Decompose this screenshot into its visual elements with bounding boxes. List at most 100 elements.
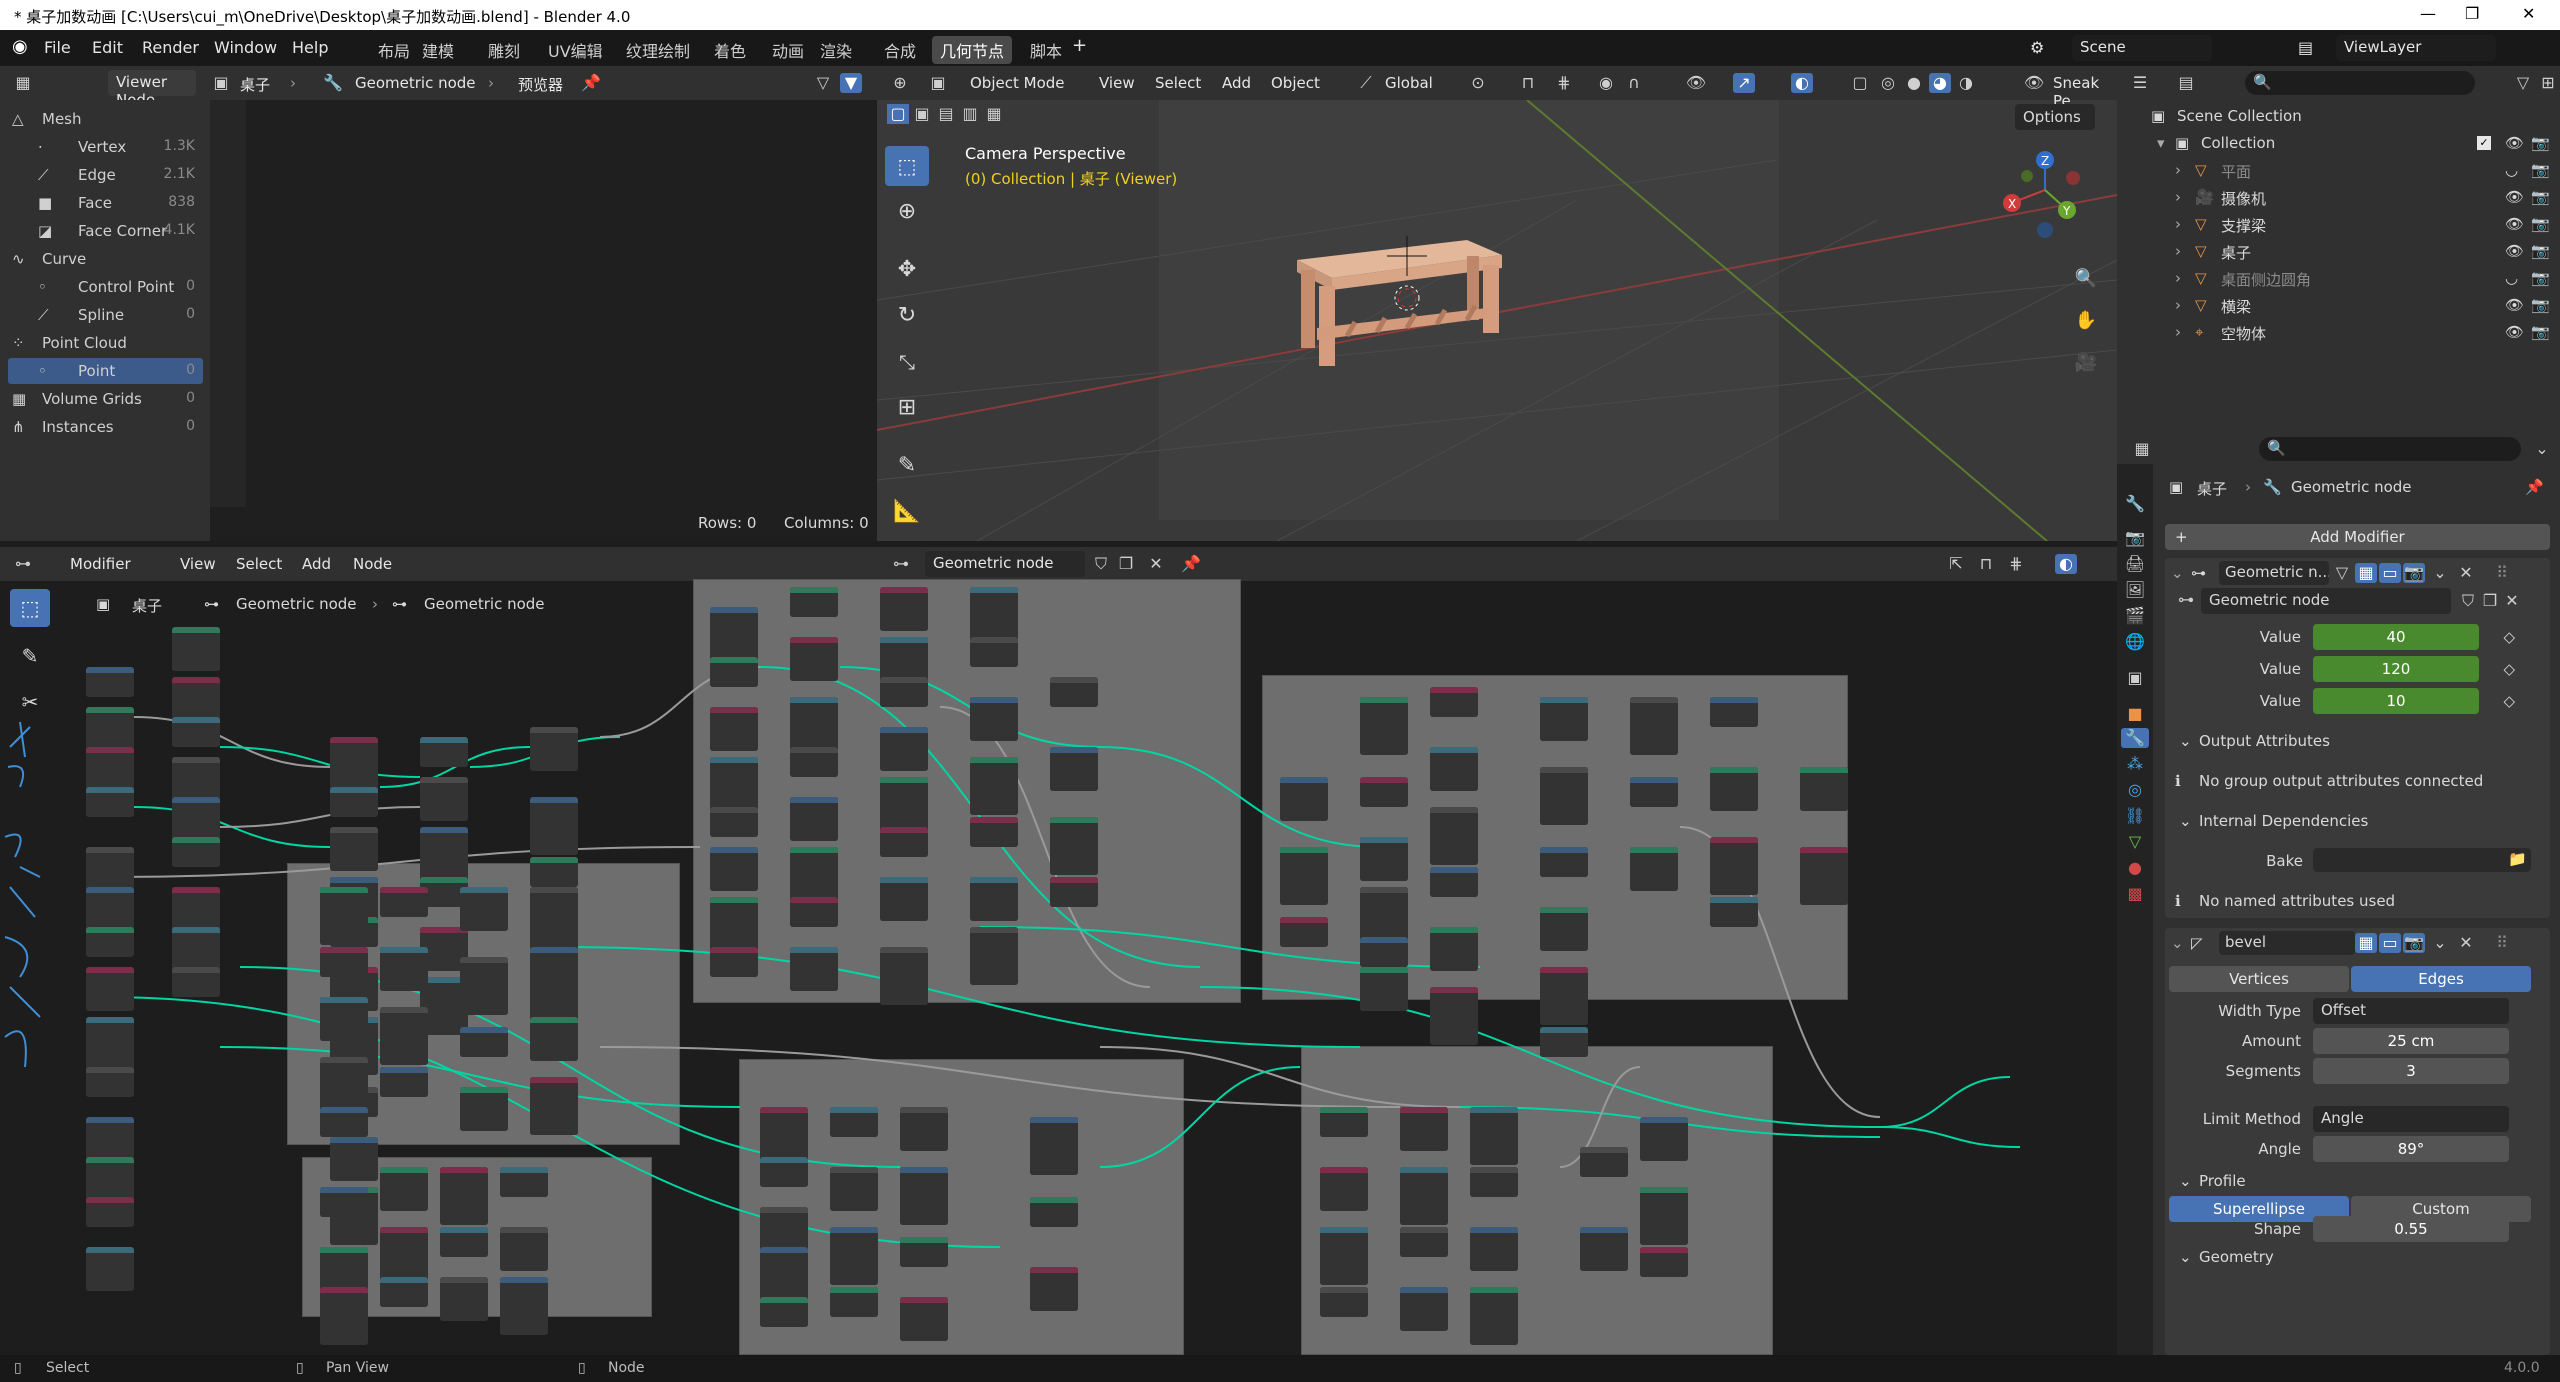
- viewport-editor-icon[interactable]: ⊕: [889, 73, 911, 93]
- visibility-eye-icon[interactable]: 👁: [2505, 323, 2524, 341]
- spreadsheet-object[interactable]: 桌子: [240, 74, 270, 95]
- output-attributes-header[interactable]: Output Attributes: [2199, 732, 2330, 750]
- menu-window[interactable]: Window: [214, 38, 277, 57]
- visibility-eye-icon[interactable]: ◡: [2505, 269, 2518, 287]
- proportional-edit-icon[interactable]: ◉: [1595, 73, 1617, 93]
- node[interactable]: [460, 1087, 508, 1131]
- node[interactable]: [1050, 817, 1098, 875]
- node[interactable]: [710, 807, 758, 837]
- output-tab-icon[interactable]: 🖨: [2124, 554, 2146, 574]
- node[interactable]: [1430, 927, 1478, 971]
- node[interactable]: [880, 587, 928, 631]
- node[interactable]: [530, 1017, 578, 1061]
- node[interactable]: [790, 797, 838, 841]
- node[interactable]: [86, 707, 134, 751]
- visibility-eye-icon[interactable]: ◡: [2505, 161, 2518, 179]
- node[interactable]: [1580, 1147, 1628, 1177]
- node[interactable]: [500, 1277, 548, 1335]
- node[interactable]: [320, 997, 368, 1041]
- pin-icon[interactable]: 📌: [2525, 478, 2544, 496]
- node[interactable]: [1320, 1227, 1368, 1285]
- node[interactable]: [880, 827, 928, 857]
- viewport-menu-object[interactable]: Object: [1271, 74, 1320, 92]
- node[interactable]: [1800, 767, 1848, 811]
- node[interactable]: [1280, 847, 1328, 905]
- node[interactable]: [830, 1167, 878, 1211]
- node[interactable]: [1030, 1267, 1078, 1311]
- node[interactable]: [86, 847, 134, 891]
- node[interactable]: [86, 927, 134, 957]
- spreadsheet-domain-item[interactable]: ■ Face 838: [8, 190, 203, 216]
- node[interactable]: [380, 1067, 428, 1097]
- node[interactable]: [1360, 967, 1408, 1011]
- node[interactable]: [1470, 1107, 1518, 1165]
- outliner-object-row[interactable]: › ▽ 支撑梁 👁 📷: [2117, 210, 2560, 237]
- node[interactable]: [710, 947, 758, 977]
- render-toggle-icon[interactable]: 📷: [2403, 563, 2425, 583]
- node[interactable]: [1470, 1167, 1518, 1197]
- node[interactable]: [1050, 677, 1098, 707]
- workspace-tab[interactable]: 渲染: [812, 36, 860, 64]
- outliner-collection[interactable]: ▾ ▣ Collection ✓ 👁 📷: [2117, 129, 2560, 156]
- material-shading-icon[interactable]: ◕: [1929, 73, 1951, 93]
- node[interactable]: [1540, 847, 1588, 877]
- node[interactable]: [530, 1077, 578, 1135]
- node[interactable]: [1710, 897, 1758, 927]
- node[interactable]: [970, 637, 1018, 667]
- close-button[interactable]: ✕: [2522, 4, 2535, 23]
- chevron-down-icon[interactable]: ⌄: [2531, 439, 2553, 459]
- scene-tab-icon[interactable]: 🎬: [2124, 606, 2146, 626]
- geometry-toggle[interactable]: ⌄: [2179, 1248, 2192, 1266]
- workspace-tab[interactable]: 建模: [414, 36, 462, 64]
- render-camera-icon[interactable]: 📷: [2531, 242, 2550, 260]
- spreadsheet-domain-item[interactable]: ⟋ Edge 2.1K: [8, 162, 203, 188]
- workspace-tab[interactable]: 着色: [706, 36, 754, 64]
- node[interactable]: [790, 947, 838, 991]
- node[interactable]: [1400, 1107, 1448, 1151]
- outliner-scene-collection[interactable]: ▣ Scene Collection: [2117, 102, 2560, 129]
- profile-toggle[interactable]: ⌄: [2179, 1172, 2192, 1190]
- add-workspace-icon[interactable]: +: [1072, 35, 1087, 56]
- node[interactable]: [440, 1227, 488, 1257]
- node[interactable]: [880, 677, 928, 707]
- outliner-object-row[interactable]: › ▽ 桌面侧边圆角 ◡ 📷: [2117, 264, 2560, 291]
- visibility-eye-icon[interactable]: 👁: [2505, 215, 2524, 233]
- expand-arrow-icon[interactable]: ›: [2175, 242, 2181, 260]
- segments-field[interactable]: 3: [2313, 1058, 2509, 1084]
- filter-icon[interactable]: ▽: [2512, 73, 2534, 93]
- node[interactable]: [1540, 1027, 1588, 1057]
- node[interactable]: [320, 887, 368, 945]
- node[interactable]: [1430, 867, 1478, 897]
- node[interactable]: [970, 877, 1018, 921]
- collapse-arrow-icon[interactable]: ⌄: [2171, 934, 2184, 952]
- node[interactable]: [320, 947, 368, 977]
- solid-shading-icon[interactable]: ●: [1903, 73, 1925, 93]
- node[interactable]: [460, 957, 508, 1015]
- tab-edges[interactable]: Edges: [2351, 966, 2531, 992]
- node[interactable]: [1400, 1227, 1448, 1257]
- node[interactable]: [1320, 1167, 1368, 1211]
- node[interactable]: [420, 737, 468, 767]
- spreadsheet-editor-icon[interactable]: ▦: [12, 73, 34, 93]
- menu-file[interactable]: File: [44, 38, 71, 57]
- particles-tab-icon[interactable]: ⁂: [2124, 754, 2146, 774]
- node[interactable]: [530, 887, 578, 945]
- node-editor[interactable]: ⊶ Modifier View Select Add Node ⊶ Geomet…: [0, 547, 2117, 1355]
- expand-arrow-icon[interactable]: ▾: [2157, 134, 2165, 152]
- viewport-menu-add[interactable]: Add: [1222, 74, 1251, 92]
- shape-field[interactable]: 0.55: [2313, 1216, 2509, 1242]
- falloff-icon[interactable]: ∩: [1623, 73, 1645, 93]
- node[interactable]: [380, 887, 428, 917]
- node[interactable]: [710, 707, 758, 751]
- texture-tab-icon[interactable]: ▩: [2124, 884, 2146, 904]
- node[interactable]: [760, 1207, 808, 1251]
- node[interactable]: [1280, 777, 1328, 821]
- outliner-object-row[interactable]: › 🎥 摄像机 👁 📷: [2117, 183, 2560, 210]
- wireframe-shading-icon[interactable]: ◎: [1877, 73, 1899, 93]
- transform-orientation-dropdown[interactable]: Global: [1385, 74, 1433, 92]
- modifier-name-field[interactable]: bevel: [2219, 931, 2355, 955]
- rendered-shading-icon[interactable]: ◑: [1955, 73, 1977, 93]
- node[interactable]: [1400, 1287, 1448, 1331]
- properties-search-input[interactable]: 🔍: [2259, 437, 2521, 461]
- render-camera-icon[interactable]: 📷: [2531, 161, 2550, 179]
